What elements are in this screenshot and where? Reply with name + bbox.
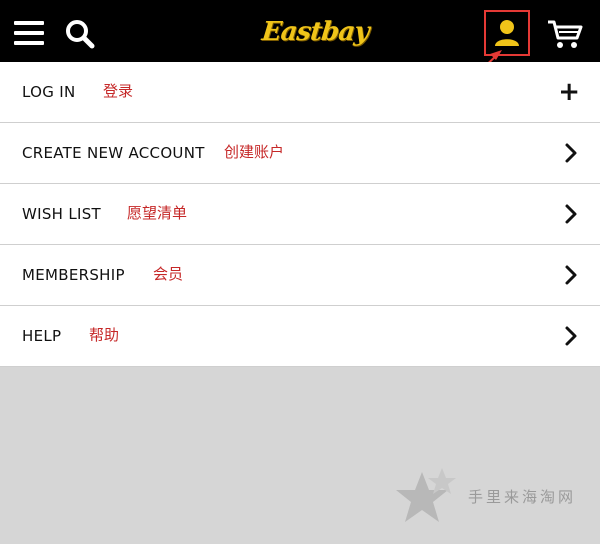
menu-item-create-account[interactable]: CREATE NEW ACCOUNT 创建账户 bbox=[0, 123, 600, 184]
search-icon[interactable] bbox=[64, 18, 96, 50]
menu-item-help[interactable]: HELP 帮助 bbox=[0, 306, 600, 367]
menu-item-note: 愿望清单 bbox=[127, 204, 188, 222]
menu-icon[interactable] bbox=[14, 21, 44, 45]
chevron-right-icon bbox=[565, 143, 577, 163]
menu-item-log-in[interactable]: LOG IN 登录 + bbox=[0, 62, 600, 123]
chevron-right-icon bbox=[565, 265, 577, 285]
menu-item-note: 创建账户 bbox=[224, 143, 285, 161]
menu-item-membership[interactable]: MEMBERSHIP 会员 bbox=[0, 245, 600, 306]
menu-item-note: 帮助 bbox=[89, 326, 120, 344]
menu-item-note: 会员 bbox=[153, 265, 184, 283]
menu-item-label: WISH LIST bbox=[22, 205, 101, 223]
account-menu: LOG IN 登录 + CREATE NEW ACCOUNT 创建账户 WISH… bbox=[0, 62, 600, 367]
menu-item-wish-list[interactable]: WISH LIST 愿望清单 bbox=[0, 184, 600, 245]
watermark-text: 手里来海淘网 bbox=[468, 488, 577, 506]
cart-icon[interactable] bbox=[546, 18, 584, 50]
menu-item-label: LOG IN bbox=[22, 83, 76, 101]
menu-item-label: MEMBERSHIP bbox=[22, 266, 125, 284]
menu-item-label: HELP bbox=[22, 327, 62, 345]
star-icon bbox=[396, 468, 456, 522]
plus-icon: + bbox=[558, 77, 580, 107]
eastbay-logo[interactable]: Eastbay bbox=[260, 14, 370, 50]
chevron-right-icon bbox=[565, 326, 577, 346]
chevron-right-icon bbox=[565, 204, 577, 224]
watermark: 手里来海淘网 bbox=[394, 466, 600, 532]
menu-item-note: 登录 bbox=[103, 82, 134, 100]
menu-item-label: CREATE NEW ACCOUNT bbox=[22, 144, 205, 162]
